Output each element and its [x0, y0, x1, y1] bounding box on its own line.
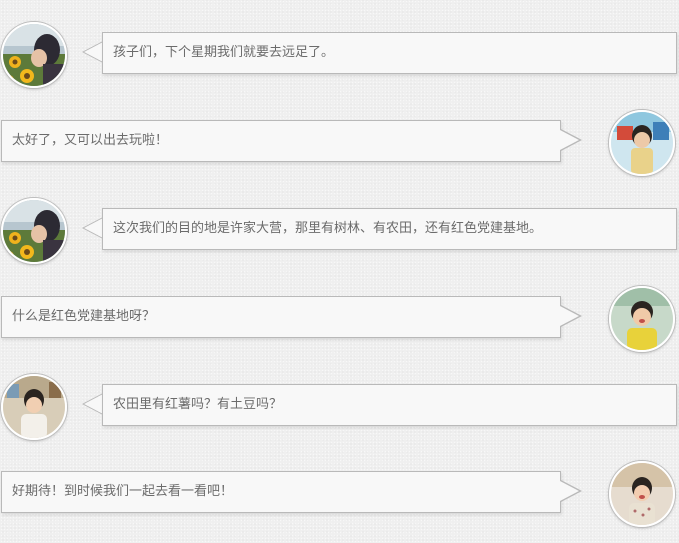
message-bubble: 太好了，又可以出去玩啦！: [1, 120, 561, 162]
chat-message: 什么是红色党建基地呀？: [0, 284, 679, 354]
bubble-tail-fill: [84, 42, 103, 62]
chat-message: 这次我们的目的地是许家大营，那里有树林、有农田，还有红色党建基地。: [0, 196, 679, 266]
chat-message: 农田里有红薯吗？有土豆吗？: [0, 372, 679, 442]
message-bubble: 这次我们的目的地是许家大营，那里有树林、有农田，还有红色党建基地。: [102, 208, 677, 250]
teacher-avatar[interactable]: [1, 22, 67, 88]
chat-message: 太好了，又可以出去玩啦！: [0, 108, 679, 178]
bubble-tail-fill: [84, 394, 103, 414]
teacher-avatar[interactable]: [1, 198, 67, 264]
child-avatar-2[interactable]: [609, 286, 675, 352]
bubble-tail-fill: [560, 481, 579, 501]
bubble-tail-fill: [84, 218, 103, 238]
message-bubble: 孩子们，下个星期我们就要去远足了。: [102, 32, 677, 74]
bubble-tail-fill: [560, 306, 579, 326]
message-bubble: 农田里有红薯吗？有土豆吗？: [102, 384, 677, 426]
message-bubble: 好期待！到时候我们一起去看一看吧！: [1, 471, 561, 513]
message-bubble: 什么是红色党建基地呀？: [1, 296, 561, 338]
child-avatar-1[interactable]: [609, 110, 675, 176]
chat-message: 孩子们，下个星期我们就要去远足了。: [0, 20, 679, 90]
chat-conversation: 孩子们，下个星期我们就要去远足了。 太好了，又可以出去玩啦！ 这次我们的目的地是…: [0, 0, 679, 543]
bubble-tail-fill: [560, 130, 579, 150]
chat-message: 好期待！到时候我们一起去看一看吧！: [0, 459, 679, 529]
child-avatar-3[interactable]: [1, 374, 67, 440]
child-avatar-4[interactable]: [609, 461, 675, 527]
